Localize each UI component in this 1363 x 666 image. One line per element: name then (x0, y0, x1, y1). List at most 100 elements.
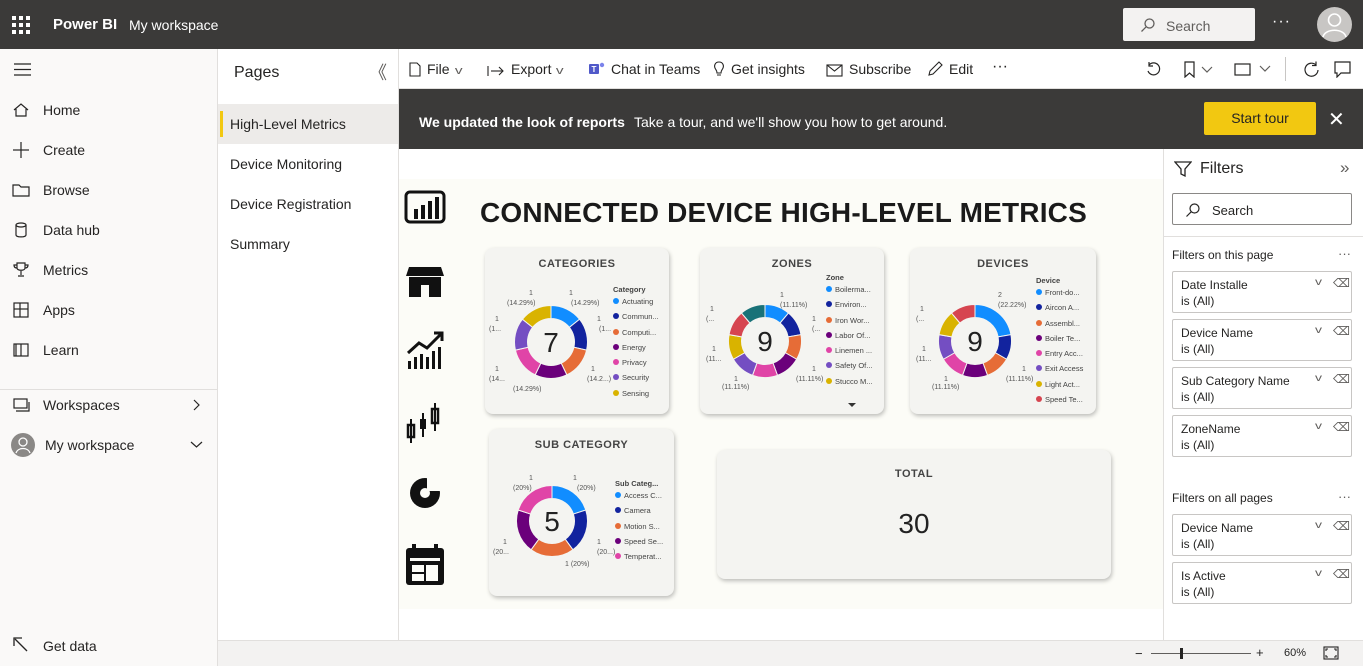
eraser-icon[interactable]: ⌫ (1333, 324, 1350, 338)
more-options-button[interactable]: ··· (1272, 13, 1291, 31)
zoom-slider-track[interactable] (1151, 653, 1251, 654)
devices-donut-card[interactable]: DEVICES 9 Device Front-do... Aircon A... A… (910, 248, 1096, 414)
chevron-down-icon[interactable]: v (1315, 421, 1322, 432)
brand-title[interactable]: Power BI (53, 16, 117, 33)
legend-item[interactable]: Security (613, 373, 659, 388)
legend-item[interactable]: Computi... (613, 328, 659, 343)
donut-slice[interactable] (516, 509, 540, 551)
legend-item[interactable]: Boilerma... (826, 285, 873, 300)
legend-item[interactable]: Access C... (615, 491, 663, 506)
legend-item[interactable]: Stucco M... (826, 377, 873, 392)
start-tour-button[interactable]: Start tour (1204, 102, 1316, 135)
page-item-device-registration[interactable]: Device Registration (218, 184, 398, 224)
legend-item[interactable]: Temperat... (615, 552, 663, 567)
filters-section-more[interactable]: ··· (1338, 489, 1351, 504)
avatar[interactable] (1317, 7, 1352, 42)
nav-item-browse[interactable]: Browse (0, 172, 218, 208)
close-icon[interactable]: ✕ (1328, 107, 1345, 132)
legend-item[interactable]: Light Act... (1036, 380, 1083, 395)
eraser-icon[interactable]: ⌫ (1333, 372, 1350, 386)
view-icon[interactable] (1234, 62, 1272, 77)
zoom-slider-thumb[interactable] (1180, 648, 1183, 659)
bookmark-icon[interactable] (1183, 61, 1213, 78)
sub-category-donut-card[interactable]: SUB CATEGORY 5 Sub Categ... Access C... C… (489, 429, 674, 596)
refresh-icon[interactable] (1303, 61, 1320, 78)
get-insights-button[interactable]: Get insights (713, 61, 805, 79)
reset-icon[interactable] (1145, 61, 1162, 78)
legend-item[interactable]: Labor Of... (826, 331, 873, 346)
filter-card[interactable]: Sub Category Name is (All) v ⌫ (1172, 367, 1352, 409)
nav-item-data-hub[interactable]: Data hub (0, 212, 218, 248)
total-card[interactable]: TOTAL 30 (717, 450, 1111, 579)
candlestick-icon[interactable] (403, 401, 447, 445)
page-item-summary[interactable]: Summary (218, 224, 398, 264)
filter-card[interactable]: Is Active is (All) v ⌫ (1172, 562, 1352, 604)
collapse-pane-icon[interactable]: 《 (369, 59, 387, 85)
comment-icon[interactable] (1334, 61, 1351, 78)
legend-item[interactable]: Boiler Te... (1036, 334, 1083, 349)
legend-item[interactable]: Linemen ... (826, 346, 873, 361)
bar-chart-icon[interactable] (403, 187, 447, 231)
trend-chart-icon[interactable] (403, 327, 447, 371)
nav-item-metrics[interactable]: Metrics (0, 252, 218, 288)
legend-item[interactable]: Exit Access (1036, 364, 1083, 379)
legend-scroll-down-icon[interactable] (848, 403, 856, 407)
legend-item[interactable]: Motion S... (615, 522, 663, 537)
subscribe-button[interactable]: Subscribe (826, 61, 911, 79)
legend-item[interactable]: Iron Wor... (826, 316, 873, 331)
legend-item[interactable]: Actuating (613, 297, 659, 312)
chevron-down-icon[interactable]: v (1315, 520, 1322, 531)
zoom-out-button[interactable]: − (1135, 646, 1143, 661)
legend-item[interactable]: Camera (615, 506, 663, 521)
edit-button[interactable]: Edit (927, 61, 973, 79)
legend-item[interactable]: Safety Of... (826, 361, 873, 376)
store-icon[interactable] (403, 259, 447, 303)
app-launcher-icon[interactable] (12, 16, 30, 34)
eraser-icon[interactable]: ⌫ (1333, 420, 1350, 434)
filter-card[interactable]: ZoneName is (All) v ⌫ (1172, 415, 1352, 457)
search-input[interactable]: Search (1123, 8, 1255, 41)
expand-pane-icon[interactable]: » (1340, 158, 1349, 178)
more-options-button[interactable]: ··· (992, 58, 1008, 76)
legend-item[interactable]: Environ... (826, 300, 873, 315)
legend-item[interactable]: Front-do... (1036, 288, 1083, 303)
chevron-down-icon[interactable]: v (1315, 373, 1322, 384)
legend-item[interactable]: Privacy (613, 358, 659, 373)
pie-chart-icon[interactable] (403, 471, 447, 515)
legend-item[interactable]: Speed Te... (1036, 395, 1083, 410)
export-menu[interactable]: Export v (487, 61, 564, 79)
eraser-icon[interactable]: ⌫ (1333, 276, 1350, 290)
workspace-name[interactable]: My workspace (129, 17, 218, 33)
chevron-down-icon[interactable]: v (1315, 568, 1322, 579)
chat-in-teams-button[interactable]: T Chat in Teams (588, 61, 700, 79)
chevron-down-icon[interactable]: v (1315, 277, 1322, 288)
page-item-device-monitoring[interactable]: Device Monitoring (218, 144, 398, 184)
filters-section-more[interactable]: ··· (1338, 246, 1351, 261)
donut-slice[interactable] (514, 346, 542, 376)
nav-item-learn[interactable]: Learn (0, 332, 218, 368)
nav-item-my-workspace[interactable]: My workspace (0, 427, 218, 463)
nav-item-create[interactable]: Create (0, 132, 218, 168)
fit-to-page-icon[interactable] (1323, 646, 1339, 660)
calendar-icon[interactable] (403, 543, 447, 587)
zones-donut-card[interactable]: ZONES 9 Zone Boilerma... Environ... Iron W… (700, 248, 884, 414)
nav-item-apps[interactable]: Apps (0, 292, 218, 328)
filter-card[interactable]: Device Name is (All) v ⌫ (1172, 514, 1352, 556)
legend-item[interactable]: Sensing (613, 389, 659, 404)
legend-item[interactable]: Assembl... (1036, 319, 1083, 334)
chevron-down-icon[interactable]: v (1315, 325, 1322, 336)
nav-item-home[interactable]: Home (0, 92, 218, 128)
filter-card[interactable]: Date Installe is (All) v ⌫ (1172, 271, 1352, 313)
eraser-icon[interactable]: ⌫ (1333, 567, 1350, 581)
zoom-in-button[interactable]: + (1256, 645, 1264, 660)
legend-item[interactable]: Aircon A... (1036, 303, 1083, 318)
legend-item[interactable]: Entry Acc... (1036, 349, 1083, 364)
get-data-button[interactable]: Get data (0, 625, 218, 666)
page-item-high-level-metrics[interactable]: High-Level Metrics (218, 104, 398, 144)
legend-item[interactable]: Commun... (613, 312, 659, 327)
file-menu[interactable]: File v (409, 61, 462, 79)
eraser-icon[interactable]: ⌫ (1333, 519, 1350, 533)
hamburger-icon[interactable] (14, 63, 32, 77)
legend-item[interactable]: Speed Se... (615, 537, 663, 552)
categories-donut-card[interactable]: CATEGORIES 7 Category Actuating Commun...… (485, 248, 669, 414)
